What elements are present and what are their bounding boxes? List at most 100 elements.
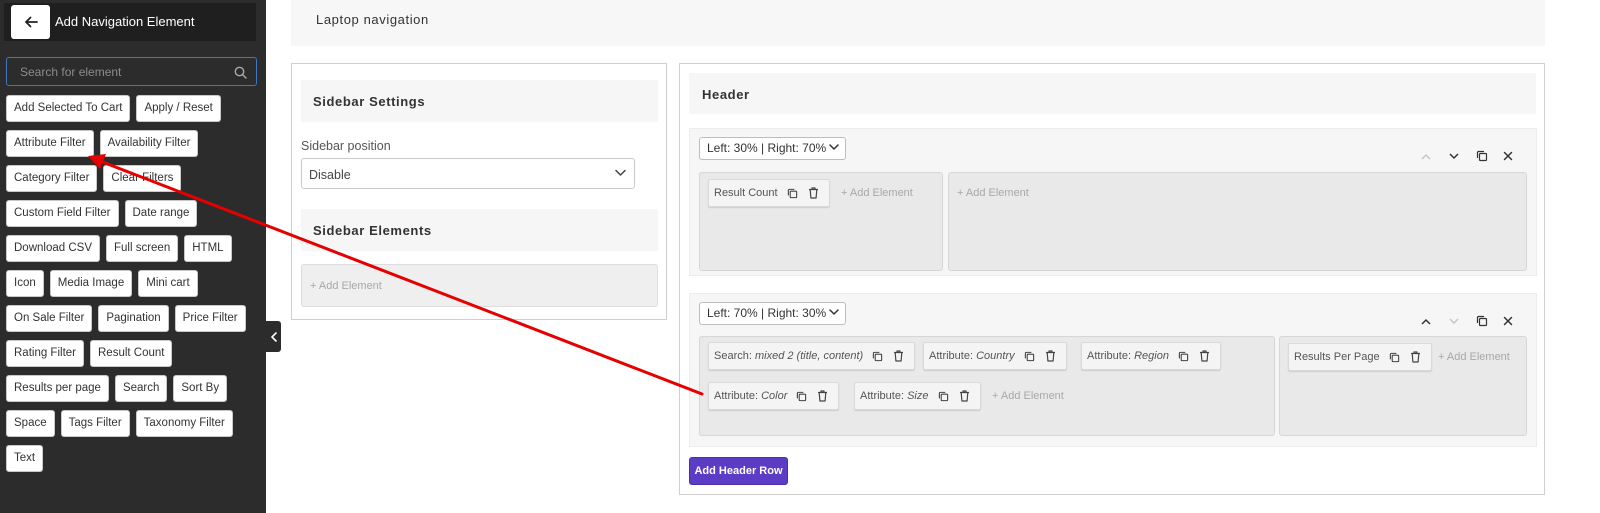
element-chip-mini-cart[interactable]: Mini cart <box>138 270 198 297</box>
duplicate-row-button[interactable] <box>1475 149 1489 163</box>
row-layout-select[interactable]: Left: 30% | Right: 70% <box>699 137 846 160</box>
move-down-button[interactable] <box>1447 149 1461 163</box>
element-panel: Add Navigation Element Add Selected To C… <box>0 0 266 513</box>
copy-icon[interactable] <box>796 391 807 402</box>
element-search[interactable]: Search: mixed 2 (title, content) <box>708 342 916 370</box>
row-1-right-column: + Add Element <box>948 172 1527 271</box>
row-2-right-column: Results Per Page + Add Element <box>1279 336 1527 436</box>
element-label: Attribute: Size <box>860 390 929 402</box>
element-chip-rating-filter[interactable]: Rating Filter <box>6 340 84 367</box>
row-layout-value: Left: 70% | Right: 30% <box>707 306 827 320</box>
element-attribute-size[interactable]: Attribute: Size <box>854 382 981 410</box>
row-2-left-column: Search: mixed 2 (title, content) Attribu… <box>699 336 1275 436</box>
sidebar-settings-header: Sidebar Settings <box>301 80 658 122</box>
move-up-button[interactable] <box>1419 149 1433 163</box>
add-header-row-button[interactable]: Add Header Row <box>689 457 788 485</box>
element-chip-space[interactable]: Space <box>6 410 55 437</box>
copy-icon <box>1476 150 1488 162</box>
element-chip-attribute-filter[interactable]: Attribute Filter <box>6 130 94 157</box>
header-section-header: Header <box>689 73 1536 114</box>
trash-icon[interactable] <box>817 390 828 402</box>
element-chip-custom-field-filter[interactable]: Custom Field Filter <box>6 200 119 227</box>
navigation-topbar: Laptop navigation <box>291 0 1545 46</box>
element-attribute-country[interactable]: Attribute: Country <box>923 342 1067 370</box>
remove-row-button[interactable] <box>1501 314 1515 328</box>
add-element-link[interactable]: + Add Element <box>957 187 1029 199</box>
element-type: Attribute: <box>929 350 974 362</box>
chevron-down-icon <box>1449 152 1459 159</box>
element-chip-icon[interactable]: Icon <box>6 270 44 297</box>
element-label: Search: mixed 2 (title, content) <box>714 350 863 362</box>
element-chip-clear-filters[interactable]: Clear Filters <box>103 165 182 192</box>
element-type: Search: <box>714 350 752 362</box>
copy-icon[interactable] <box>1178 351 1189 362</box>
trash-icon[interactable] <box>959 390 970 402</box>
copy-icon[interactable] <box>872 351 883 362</box>
trash-icon[interactable] <box>893 350 904 362</box>
chevron-down-icon <box>829 309 839 315</box>
element-chip-price-filter[interactable]: Price Filter <box>174 305 246 332</box>
element-detail: Color <box>761 390 788 402</box>
add-element-link[interactable]: + Add Element <box>992 390 1064 402</box>
element-attribute-color[interactable]: Attribute: Color <box>708 382 840 410</box>
element-chip-taxonomy-filter[interactable]: Taxonomy Filter <box>135 410 233 437</box>
element-result-count[interactable]: Result Count <box>708 179 830 207</box>
element-chip-html[interactable]: HTML <box>184 235 232 262</box>
element-chip-on-sale-filter[interactable]: On Sale Filter <box>6 305 93 332</box>
trash-icon[interactable] <box>1199 350 1210 362</box>
trash-icon[interactable] <box>808 187 819 199</box>
element-chip-tags-filter[interactable]: Tags Filter <box>60 410 130 437</box>
sidebar-elements-title: Sidebar Elements <box>313 223 432 238</box>
element-chip-results-per-page[interactable]: Results per page <box>6 375 109 402</box>
element-chip-pagination[interactable]: Pagination <box>98 305 169 332</box>
close-icon <box>1503 316 1513 326</box>
element-chip-apply-reset[interactable]: Apply / Reset <box>136 95 221 122</box>
add-element-link[interactable]: + Add Element <box>310 280 382 292</box>
back-button[interactable] <box>11 5 50 39</box>
element-chip-text[interactable]: Text <box>6 445 44 472</box>
sidebar-card: Sidebar Settings Sidebar position Disabl… <box>291 63 667 320</box>
element-attribute-region[interactable]: Attribute: Region <box>1081 342 1221 370</box>
search-icon[interactable] <box>234 66 247 79</box>
copy-icon[interactable] <box>1389 352 1400 363</box>
copy-icon[interactable] <box>1024 351 1035 362</box>
search-input[interactable] <box>7 58 256 85</box>
element-chip-search[interactable]: Search <box>114 375 168 402</box>
chevron-left-icon <box>270 331 277 342</box>
element-list: Add Selected To Cart Apply / Reset Attri… <box>6 95 262 472</box>
element-chip-sort-by[interactable]: Sort By <box>173 375 228 402</box>
sidebar-drop-zone[interactable]: + Add Element <box>301 264 658 307</box>
element-type: Attribute: <box>714 390 759 402</box>
collapse-panel-button[interactable] <box>266 321 281 352</box>
chevron-up-icon <box>1421 318 1431 325</box>
copy-icon[interactable] <box>787 188 798 199</box>
element-detail: Country <box>976 350 1015 362</box>
panel-title: Add Navigation Element <box>55 14 195 29</box>
element-results-per-page[interactable]: Results Per Page <box>1288 343 1432 371</box>
remove-row-button[interactable] <box>1501 149 1515 163</box>
element-chip-result-count[interactable]: Result Count <box>90 340 173 367</box>
sidebar-position-select[interactable]: Disable <box>301 158 635 189</box>
page-title: Laptop navigation <box>316 12 429 27</box>
element-chip-full-screen[interactable]: Full screen <box>105 235 179 262</box>
element-search <box>6 57 257 86</box>
element-chip-availability-filter[interactable]: Availability Filter <box>99 130 199 157</box>
element-chip-add-selected-to-cart[interactable]: Add Selected To Cart <box>6 95 131 122</box>
sidebar-position-value: Disable <box>309 168 351 182</box>
trash-icon[interactable] <box>1045 350 1056 362</box>
trash-icon[interactable] <box>1410 351 1421 363</box>
element-detail: mixed 2 (title, content) <box>754 350 864 362</box>
move-up-button[interactable] <box>1419 314 1433 328</box>
copy-icon[interactable] <box>938 391 949 402</box>
move-down-button[interactable] <box>1447 314 1461 328</box>
row-layout-select[interactable]: Left: 70% | Right: 30% <box>699 302 846 325</box>
element-chip-download-csv[interactable]: Download CSV <box>6 235 100 262</box>
add-element-link[interactable]: + Add Element <box>841 187 913 199</box>
element-label: Result Count <box>714 187 778 199</box>
add-element-link[interactable]: + Add Element <box>1438 351 1510 363</box>
element-chip-category-filter[interactable]: Category Filter <box>6 165 98 192</box>
element-chip-date-range[interactable]: Date range <box>124 200 198 227</box>
duplicate-row-button[interactable] <box>1475 314 1489 328</box>
header-title: Header <box>702 87 750 102</box>
element-chip-media-image[interactable]: Media Image <box>49 270 133 297</box>
